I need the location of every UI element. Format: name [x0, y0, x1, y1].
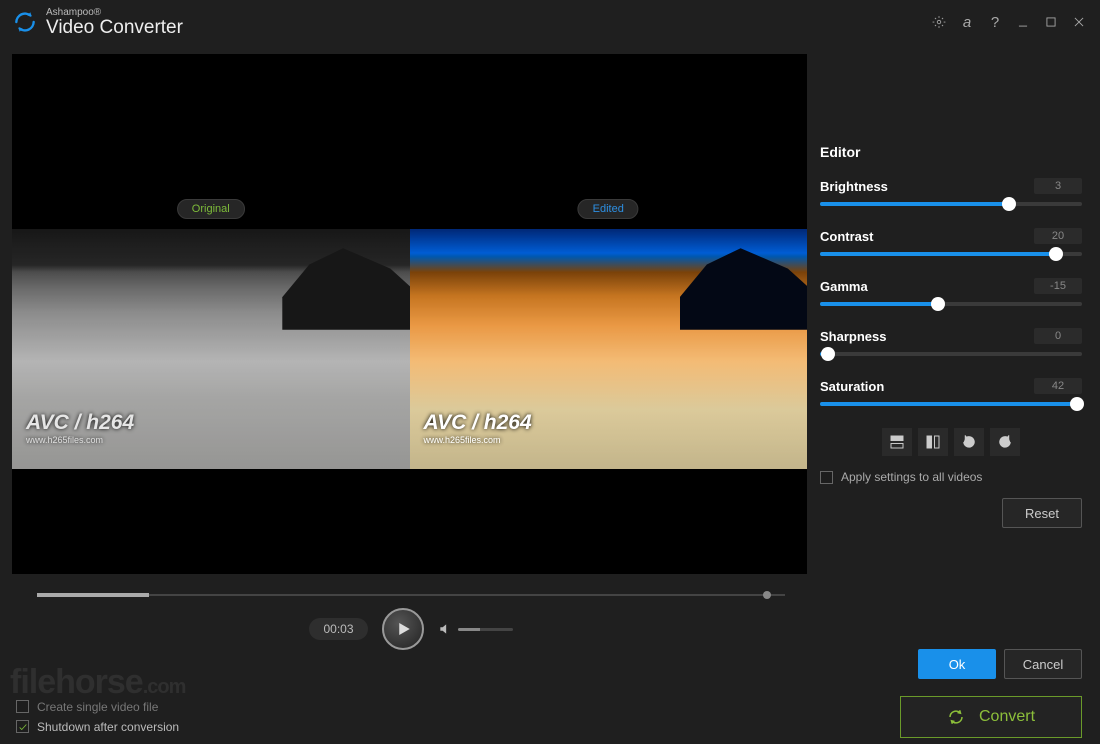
- ok-button[interactable]: Ok: [918, 649, 996, 679]
- gamma-slider[interactable]: [820, 302, 1082, 306]
- contrast-label: Contrast: [820, 229, 873, 244]
- play-button[interactable]: [382, 608, 424, 650]
- flip-horizontal-button[interactable]: [918, 428, 948, 456]
- preview-original: AVC / h264 www.h265files.com: [12, 229, 410, 469]
- shutdown-option[interactable]: Shutdown after conversion: [16, 720, 179, 734]
- volume-icon: [438, 622, 452, 636]
- maximize-icon[interactable]: [1040, 11, 1062, 33]
- rotate-right-button[interactable]: [990, 428, 1020, 456]
- param-gamma: Gamma -15: [820, 278, 1082, 306]
- convert-icon: [947, 708, 965, 726]
- brightness-slider[interactable]: [820, 202, 1082, 206]
- contrast-slider[interactable]: [820, 252, 1082, 256]
- video-preview: Original Edited AVC / h264 www.h265files…: [12, 54, 807, 574]
- volume-slider[interactable]: [458, 628, 513, 631]
- time-display: 00:03: [309, 618, 367, 640]
- create-single-checkbox[interactable]: [16, 700, 29, 713]
- playback-controls: 00:03: [12, 608, 810, 658]
- contrast-slider-knob[interactable]: [1049, 247, 1063, 261]
- transform-tools: [820, 428, 1082, 456]
- sharpness-value: 0: [1034, 328, 1082, 344]
- close-icon[interactable]: [1068, 11, 1090, 33]
- play-icon: [394, 620, 412, 638]
- volume-control[interactable]: [438, 622, 513, 636]
- brightness-value: 3: [1034, 178, 1082, 194]
- edited-badge: Edited: [578, 199, 639, 219]
- help-icon[interactable]: ?: [984, 11, 1006, 33]
- saturation-slider-knob[interactable]: [1070, 397, 1084, 411]
- sharpness-label: Sharpness: [820, 329, 886, 344]
- shutdown-label: Shutdown after conversion: [37, 720, 179, 734]
- apply-all-label: Apply settings to all videos: [841, 470, 982, 484]
- param-brightness: Brightness 3: [820, 178, 1082, 206]
- brightness-label: Brightness: [820, 179, 888, 194]
- preview-pane: Original Edited AVC / h264 www.h265files…: [0, 44, 810, 689]
- app-logo-icon: [12, 9, 38, 35]
- minimize-icon[interactable]: [1012, 11, 1034, 33]
- editor-panel: Editor Brightness 3 Contrast 20 Gamma -15 Shar…: [810, 44, 1100, 689]
- app-title-block: Ashampoo® Video Converter: [46, 8, 183, 37]
- param-contrast: Contrast 20: [820, 228, 1082, 256]
- app-name: Video Converter: [46, 18, 183, 37]
- reset-button[interactable]: Reset: [1002, 498, 1082, 528]
- original-badge: Original: [177, 199, 245, 219]
- param-saturation: Saturation 42: [820, 378, 1082, 406]
- gamma-value: -15: [1034, 278, 1082, 294]
- apply-all-checkbox[interactable]: [820, 471, 833, 484]
- video-watermark-left: AVC / h264 www.h265files.com: [26, 411, 134, 445]
- seek-bar[interactable]: [37, 594, 785, 596]
- brightness-slider-knob[interactable]: [1002, 197, 1016, 211]
- sharpness-slider[interactable]: [820, 352, 1082, 356]
- editor-title: Editor: [820, 144, 1082, 160]
- gamma-slider-knob[interactable]: [931, 297, 945, 311]
- footer: Create single video file Shutdown after …: [0, 689, 1100, 744]
- sharpness-slider-knob[interactable]: [821, 347, 835, 361]
- gamma-label: Gamma: [820, 279, 868, 294]
- saturation-slider[interactable]: [820, 402, 1082, 406]
- video-watermark-right: AVC / h264 www.h265files.com: [424, 411, 532, 445]
- flip-vertical-button[interactable]: [882, 428, 912, 456]
- settings-icon[interactable]: [928, 11, 950, 33]
- rotate-left-button[interactable]: [954, 428, 984, 456]
- cancel-button[interactable]: Cancel: [1004, 649, 1082, 679]
- create-single-label: Create single video file: [37, 700, 158, 714]
- convert-label: Convert: [979, 708, 1035, 726]
- shutdown-checkbox[interactable]: [16, 720, 29, 733]
- contrast-value: 20: [1034, 228, 1082, 244]
- brand-label: Ashampoo®: [46, 8, 183, 18]
- convert-button[interactable]: Convert: [900, 696, 1082, 738]
- create-single-option[interactable]: Create single video file: [16, 700, 179, 714]
- ashampoo-icon[interactable]: a: [956, 11, 978, 33]
- saturation-label: Saturation: [820, 379, 884, 394]
- param-sharpness: Sharpness 0: [820, 328, 1082, 356]
- saturation-value: 42: [1034, 378, 1082, 394]
- seek-end-handle[interactable]: [763, 591, 771, 599]
- seek-buffer: [37, 593, 149, 597]
- titlebar: Ashampoo® Video Converter a ?: [0, 0, 1100, 44]
- preview-edited: AVC / h264 www.h265files.com: [410, 229, 808, 469]
